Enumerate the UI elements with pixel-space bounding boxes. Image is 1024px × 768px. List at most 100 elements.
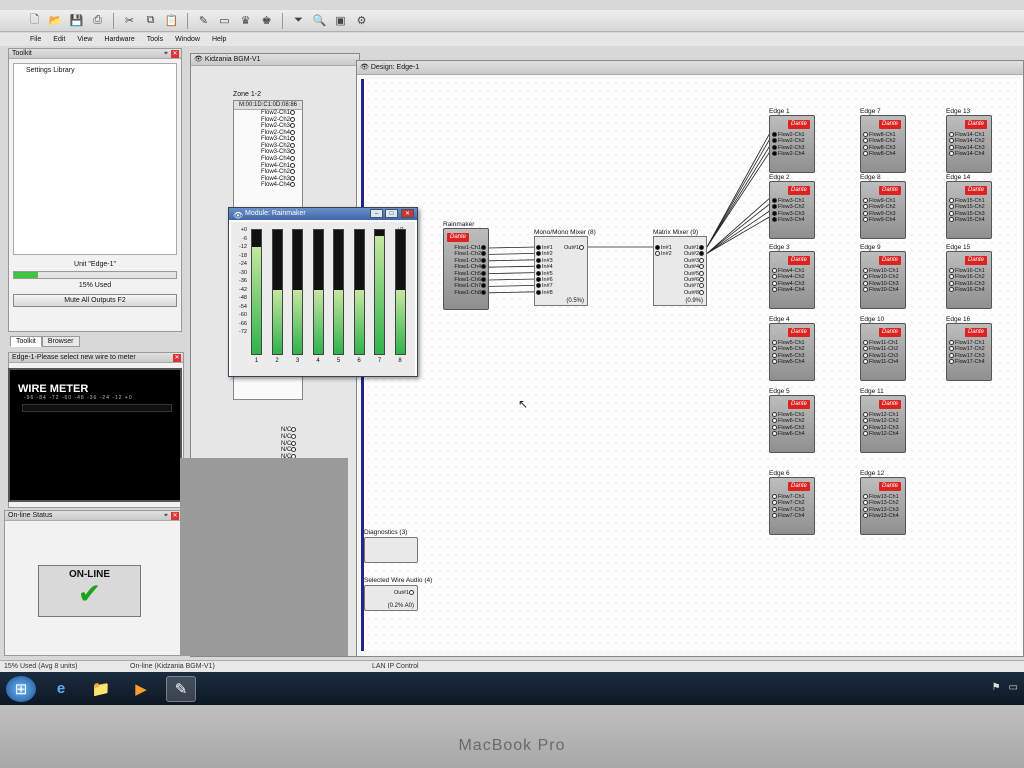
flow-pin[interactable] xyxy=(949,198,954,204)
input-pin[interactable] xyxy=(536,251,541,257)
close-icon[interactable]: ✕ xyxy=(401,209,414,218)
diagnostics-module[interactable] xyxy=(364,537,418,563)
hardware-icon[interactable]: ▭ xyxy=(216,12,233,29)
settings-library-item[interactable]: Settings Library xyxy=(26,67,164,74)
mono-mixer-module[interactable]: In#1 In#2 In#3 In#4 In#5 In#6 In#7 In#8 Out#1 (… xyxy=(534,236,588,306)
edge-module[interactable]: Dante Flow3-Ch1 Flow3-Ch2 Flow3-Ch3 Flow3-Ch… xyxy=(769,181,815,239)
edge-module[interactable]: Dante Flow10-Ch1 Flow10-Ch2 Flow10-Ch3 Flow1… xyxy=(860,251,906,309)
selected-wire-module[interactable]: Out#1 (0.2% A0) xyxy=(364,585,418,611)
nc-pin[interactable] xyxy=(291,433,297,439)
edge-module[interactable]: Dante Flow14-Ch1 Flow14-Ch2 Flow14-Ch3 Flow1… xyxy=(946,115,992,173)
output-pin[interactable] xyxy=(699,270,704,276)
edge-module[interactable]: Dante Flow9-Ch1 Flow9-Ch2 Flow9-Ch3 Flow9-Ch… xyxy=(860,181,906,239)
flow-pin[interactable] xyxy=(290,129,295,135)
new-file-icon[interactable]: 🗋 xyxy=(26,12,43,29)
save-icon[interactable]: 💾 xyxy=(68,12,85,29)
wire-rainmaker-to-mono[interactable] xyxy=(488,265,537,268)
flow-pin[interactable] xyxy=(863,144,868,150)
mute-all-outputs-button[interactable]: Mute All Outputs F2 xyxy=(13,294,177,307)
menu-tools[interactable]: Tools xyxy=(147,36,163,43)
flow-pin[interactable] xyxy=(290,182,295,188)
flow-pin[interactable] xyxy=(949,359,954,365)
channel-pin[interactable] xyxy=(481,251,486,257)
minimize-icon[interactable]: – xyxy=(370,209,383,218)
flow-pin[interactable] xyxy=(290,136,295,142)
tab-browser[interactable]: Browser xyxy=(41,336,80,347)
wire-matrix-to-edge[interactable] xyxy=(706,215,772,254)
input-pin[interactable] xyxy=(536,277,541,283)
flow-pin[interactable] xyxy=(772,506,777,512)
menu-hardware[interactable]: Hardware xyxy=(104,36,134,43)
compile-icon[interactable]: ▣ xyxy=(332,12,349,29)
close-icon[interactable]: ✕ xyxy=(171,512,179,520)
flow-pin[interactable] xyxy=(949,144,954,150)
flow-pin[interactable] xyxy=(290,142,295,148)
rainmaker-module[interactable]: Dante Flow1-Ch1 Flow1-Ch2 Flow1-Ch3 Flow1-C… xyxy=(443,228,489,310)
wire-rainmaker-to-mono[interactable] xyxy=(488,285,537,287)
flow-pin[interactable] xyxy=(949,287,954,293)
input-pin[interactable] xyxy=(536,289,541,295)
flow-pin[interactable] xyxy=(772,204,777,210)
flow-pin[interactable] xyxy=(949,352,954,358)
channel-pin[interactable] xyxy=(481,289,486,295)
flow-pin[interactable] xyxy=(772,132,777,138)
flow-pin[interactable] xyxy=(863,340,868,346)
flow-pin[interactable] xyxy=(863,268,868,274)
flow-pin[interactable] xyxy=(863,412,868,418)
flow-pin[interactable] xyxy=(290,116,295,122)
internet-explorer-icon[interactable]: e xyxy=(46,676,76,702)
flow-pin[interactable] xyxy=(772,198,777,204)
flow-pin[interactable] xyxy=(863,287,868,293)
channel-pin[interactable] xyxy=(481,277,486,283)
input-pin[interactable] xyxy=(536,283,541,289)
flow-pin[interactable] xyxy=(949,132,954,138)
flow-pin[interactable] xyxy=(772,274,777,280)
flag-icon[interactable]: ⚑ xyxy=(992,682,1001,693)
flow-pin[interactable] xyxy=(863,431,868,437)
edge-module[interactable]: Dante Flow12-Ch1 Flow12-Ch2 Flow12-Ch3 Flow1… xyxy=(860,395,906,453)
output-pin[interactable] xyxy=(699,283,704,289)
channel-pin[interactable] xyxy=(481,245,486,251)
flow-pin[interactable] xyxy=(772,138,777,144)
start-button-icon[interactable]: ⊞ xyxy=(6,675,36,702)
flow-pin[interactable] xyxy=(863,151,868,157)
flow-pin[interactable] xyxy=(772,210,777,216)
edit-icon[interactable]: ✎ xyxy=(195,12,212,29)
edge-module[interactable]: Dante Flow13-Ch1 Flow13-Ch2 Flow13-Ch3 Flow1… xyxy=(860,477,906,535)
edge-module[interactable]: Dante Flow17-Ch1 Flow17-Ch2 Flow17-Ch3 Flow1… xyxy=(946,323,992,381)
crown-icon[interactable]: ♚ xyxy=(258,12,275,29)
flow-pin[interactable] xyxy=(772,513,777,519)
edge-module[interactable]: Dante Flow4-Ch1 Flow4-Ch2 Flow4-Ch3 Flow4-Ch… xyxy=(769,251,815,309)
flow-pin[interactable] xyxy=(863,513,868,519)
flow-pin[interactable] xyxy=(290,175,295,181)
flow-pin[interactable] xyxy=(863,494,868,500)
flow-pin[interactable] xyxy=(949,346,954,352)
output-pin[interactable] xyxy=(579,245,584,251)
flow-pin[interactable] xyxy=(863,280,868,286)
maximize-icon[interactable]: □ xyxy=(385,209,398,218)
menu-edit[interactable]: Edit xyxy=(53,36,65,43)
flow-pin[interactable] xyxy=(863,198,868,204)
flow-pin[interactable] xyxy=(290,162,295,168)
menu-help[interactable]: Help xyxy=(212,36,226,43)
edge-module[interactable]: Dante Flow2-Ch1 Flow2-Ch2 Flow2-Ch3 Flow2-Ch… xyxy=(769,115,815,173)
flow-pin[interactable] xyxy=(949,280,954,286)
flow-pin[interactable] xyxy=(863,346,868,352)
flow-pin[interactable] xyxy=(290,123,295,129)
flow-pin[interactable] xyxy=(290,156,295,162)
output-pin[interactable] xyxy=(699,245,704,251)
flow-pin[interactable] xyxy=(772,352,777,358)
wire-matrix-to-edge[interactable] xyxy=(706,136,772,248)
flow-pin[interactable] xyxy=(772,418,777,424)
flow-pin[interactable] xyxy=(772,359,777,365)
wire-rainmaker-to-mono[interactable] xyxy=(488,272,537,274)
wire-matrix-to-edge[interactable] xyxy=(706,196,772,254)
wire-matrix-to-edge[interactable] xyxy=(706,149,772,248)
channel-pin[interactable] xyxy=(481,283,486,289)
flow-pin[interactable] xyxy=(949,274,954,280)
flow-pin[interactable] xyxy=(863,418,868,424)
edge-module[interactable]: Dante Flow8-Ch1 Flow8-Ch2 Flow8-Ch3 Flow8-Ch… xyxy=(860,115,906,173)
output-pin[interactable] xyxy=(699,289,704,295)
menu-view[interactable]: View xyxy=(77,36,92,43)
flow-pin[interactable] xyxy=(772,412,777,418)
